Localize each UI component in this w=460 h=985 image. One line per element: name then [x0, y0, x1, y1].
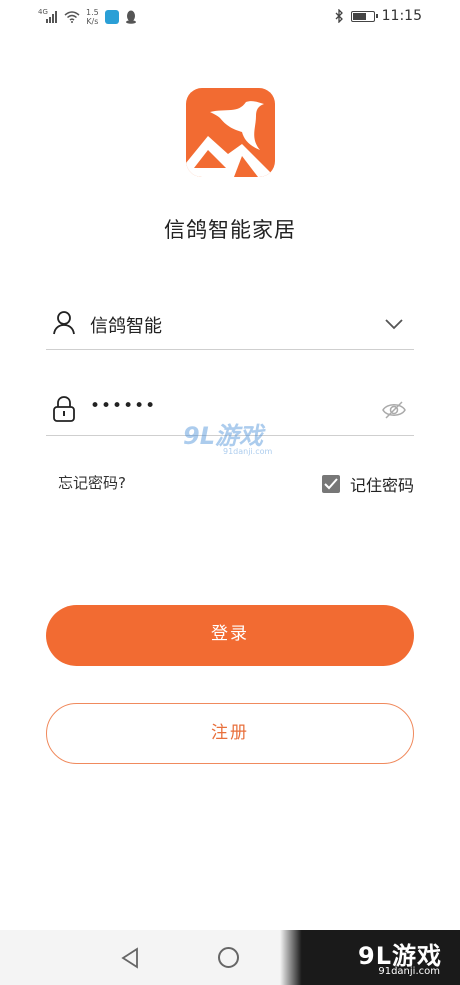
remember-checkbox[interactable]: [321, 475, 340, 493]
eye-off-icon[interactable]: [382, 398, 406, 422]
signal-icon: 4G: [38, 9, 58, 23]
status-time: 11:15: [381, 8, 422, 24]
network-speed: 1.5 K/s: [86, 8, 99, 26]
corner-watermark: 9L游戏 91danji.com: [280, 930, 460, 985]
status-left: 4G 1.5 K/s: [38, 8, 137, 26]
status-bar: 4G 1.5 K/s 11:15: [0, 0, 460, 34]
status-right: 11:15: [334, 8, 422, 24]
qq-icon: [125, 10, 136, 24]
battery-icon: [350, 10, 378, 22]
bluetooth-icon: [335, 9, 343, 23]
login-button[interactable]: 登录: [46, 605, 414, 666]
remember-label: 记住密码: [349, 476, 414, 495]
check-icon: [324, 478, 338, 490]
lock-icon: [53, 396, 75, 422]
back-icon[interactable]: [120, 947, 140, 969]
chevron-down-icon[interactable]: [382, 312, 406, 336]
wifi-icon: [64, 11, 80, 23]
username-value[interactable]: 信鸽智能: [90, 312, 162, 338]
app-title: 信鸽智能家居: [164, 218, 296, 242]
forgot-password-link[interactable]: 忘记密码?: [58, 472, 126, 493]
user-icon: [53, 311, 75, 335]
navigation-bar: 9L游戏 91danji.com: [0, 930, 460, 985]
username-field[interactable]: 信鸽智能: [46, 300, 414, 350]
register-button[interactable]: 注册: [46, 703, 414, 764]
app-notification-icon: [104, 10, 119, 24]
password-value[interactable]: ••••••: [90, 396, 156, 416]
app-logo: [186, 88, 275, 177]
remember-password[interactable]: 记住密码: [321, 472, 414, 496]
home-icon[interactable]: [218, 947, 239, 968]
watermark: 9L游戏 91danji.com: [183, 422, 273, 456]
